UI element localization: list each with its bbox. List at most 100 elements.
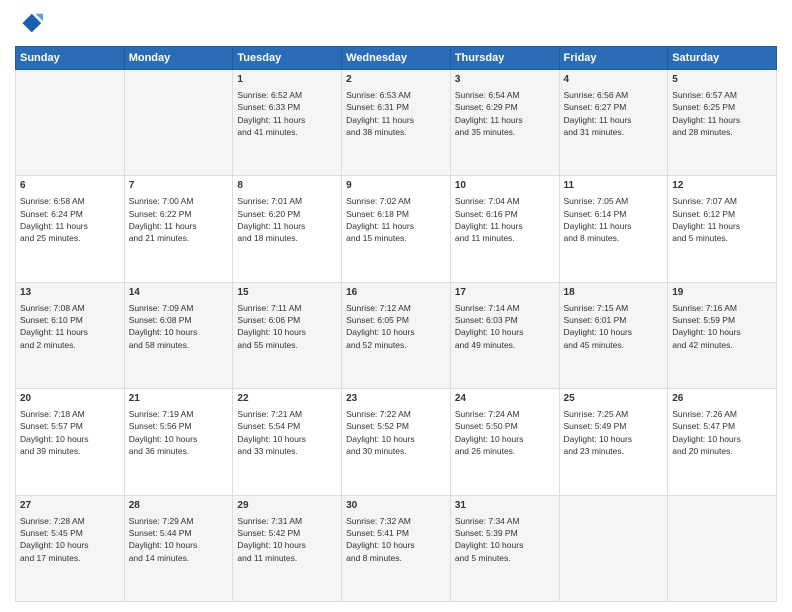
day-number: 31 xyxy=(455,499,555,513)
day-number: 14 xyxy=(129,286,229,300)
calendar-cell: 24Sunrise: 7:24 AM Sunset: 5:50 PM Dayli… xyxy=(450,389,559,495)
calendar-week-row: 27 Sunrise: 7:28 AM Sunset: 5:45 PM Dayli… xyxy=(16,495,777,601)
logo xyxy=(15,10,47,38)
calendar-cell: 27 Sunrise: 7:28 AM Sunset: 5:45 PM Dayli… xyxy=(16,495,125,601)
calendar-cell: 14 Sunrise: 7:09 AM Sunset: 6:08 PM Dayli… xyxy=(124,282,233,388)
day-number: 30 xyxy=(346,499,446,513)
day-number: 22 xyxy=(237,392,337,406)
day-number: 17 xyxy=(455,286,555,300)
page: SundayMondayTuesdayWednesdayThursdayFrid… xyxy=(0,0,792,612)
calendar-cell: 11 Sunrise: 7:05 AM Sunset: 6:14 PM Dayli… xyxy=(559,176,668,282)
calendar-cell: 17Sunrise: 7:14 AM Sunset: 6:03 PM Dayli… xyxy=(450,282,559,388)
calendar-cell: 6Sunrise: 6:58 AM Sunset: 6:24 PM Daylig… xyxy=(16,176,125,282)
calendar-cell: 10 Sunrise: 7:04 AM Sunset: 6:16 PM Dayli… xyxy=(450,176,559,282)
day-number: 11 xyxy=(564,179,664,193)
calendar-week-row: 20 Sunrise: 7:18 AM Sunset: 5:57 PM Dayli… xyxy=(16,389,777,495)
calendar-cell: 16Sunrise: 7:12 AM Sunset: 6:05 PM Dayli… xyxy=(342,282,451,388)
day-number: 25 xyxy=(564,392,664,406)
calendar-cell: 15 Sunrise: 7:11 AM Sunset: 6:06 PM Dayli… xyxy=(233,282,342,388)
calendar-cell: 23 Sunrise: 7:22 AM Sunset: 5:52 PM Dayli… xyxy=(342,389,451,495)
calendar-cell: 2Sunrise: 6:53 AM Sunset: 6:31 PM Daylig… xyxy=(342,70,451,176)
calendar-cell: 22 Sunrise: 7:21 AM Sunset: 5:54 PM Dayli… xyxy=(233,389,342,495)
day-number: 12 xyxy=(672,179,772,193)
day-info: Sunrise: 7:04 AM Sunset: 6:16 PM Dayligh… xyxy=(455,195,555,244)
calendar-week-row: 1 Sunrise: 6:52 AM Sunset: 6:33 PM Daylig… xyxy=(16,70,777,176)
day-number: 3 xyxy=(455,73,555,87)
weekday-header: Saturday xyxy=(668,47,777,70)
day-info: Sunrise: 7:12 AM Sunset: 6:05 PM Dayligh… xyxy=(346,302,446,351)
calendar-cell: 28 Sunrise: 7:29 AM Sunset: 5:44 PM Dayli… xyxy=(124,495,233,601)
day-number: 9 xyxy=(346,179,446,193)
day-number: 27 xyxy=(20,499,120,513)
day-info: Sunrise: 7:21 AM Sunset: 5:54 PM Dayligh… xyxy=(237,408,337,457)
weekday-header-row: SundayMondayTuesdayWednesdayThursdayFrid… xyxy=(16,47,777,70)
day-info: Sunrise: 7:31 AM Sunset: 5:42 PM Dayligh… xyxy=(237,515,337,564)
calendar-cell: 9 Sunrise: 7:02 AM Sunset: 6:18 PM Daylig… xyxy=(342,176,451,282)
day-number: 15 xyxy=(237,286,337,300)
calendar-cell: 7Sunrise: 7:00 AM Sunset: 6:22 PM Daylig… xyxy=(124,176,233,282)
calendar-cell: 31 Sunrise: 7:34 AM Sunset: 5:39 PM Dayli… xyxy=(450,495,559,601)
day-info: Sunrise: 6:54 AM Sunset: 6:29 PM Dayligh… xyxy=(455,89,555,138)
day-number: 20 xyxy=(20,392,120,406)
calendar-cell xyxy=(668,495,777,601)
calendar-cell: 18Sunrise: 7:15 AM Sunset: 6:01 PM Dayli… xyxy=(559,282,668,388)
calendar-cell: 13 Sunrise: 7:08 AM Sunset: 6:10 PM Dayli… xyxy=(16,282,125,388)
day-info: Sunrise: 7:09 AM Sunset: 6:08 PM Dayligh… xyxy=(129,302,229,351)
day-info: Sunrise: 7:18 AM Sunset: 5:57 PM Dayligh… xyxy=(20,408,120,457)
calendar-cell: 20 Sunrise: 7:18 AM Sunset: 5:57 PM Dayli… xyxy=(16,389,125,495)
calendar-cell xyxy=(124,70,233,176)
day-number: 5 xyxy=(672,73,772,87)
day-info: Sunrise: 7:22 AM Sunset: 5:52 PM Dayligh… xyxy=(346,408,446,457)
weekday-header: Friday xyxy=(559,47,668,70)
day-info: Sunrise: 6:52 AM Sunset: 6:33 PM Dayligh… xyxy=(237,89,337,138)
day-info: Sunrise: 6:57 AM Sunset: 6:25 PM Dayligh… xyxy=(672,89,772,138)
day-info: Sunrise: 7:32 AM Sunset: 5:41 PM Dayligh… xyxy=(346,515,446,564)
calendar-cell: 29 Sunrise: 7:31 AM Sunset: 5:42 PM Dayli… xyxy=(233,495,342,601)
day-number: 4 xyxy=(564,73,664,87)
calendar-cell: 4 Sunrise: 6:56 AM Sunset: 6:27 PM Daylig… xyxy=(559,70,668,176)
calendar-cell: 5 Sunrise: 6:57 AM Sunset: 6:25 PM Daylig… xyxy=(668,70,777,176)
weekday-header: Thursday xyxy=(450,47,559,70)
calendar-cell: 25Sunrise: 7:25 AM Sunset: 5:49 PM Dayli… xyxy=(559,389,668,495)
day-number: 10 xyxy=(455,179,555,193)
day-info: Sunrise: 7:19 AM Sunset: 5:56 PM Dayligh… xyxy=(129,408,229,457)
weekday-header: Wednesday xyxy=(342,47,451,70)
day-info: Sunrise: 7:15 AM Sunset: 6:01 PM Dayligh… xyxy=(564,302,664,351)
calendar-cell xyxy=(559,495,668,601)
day-info: Sunrise: 7:28 AM Sunset: 5:45 PM Dayligh… xyxy=(20,515,120,564)
header xyxy=(15,10,777,38)
calendar-cell: 21Sunrise: 7:19 AM Sunset: 5:56 PM Dayli… xyxy=(124,389,233,495)
day-info: Sunrise: 7:01 AM Sunset: 6:20 PM Dayligh… xyxy=(237,195,337,244)
day-number: 7 xyxy=(129,179,229,193)
day-number: 26 xyxy=(672,392,772,406)
calendar-cell xyxy=(16,70,125,176)
calendar-cell: 19Sunrise: 7:16 AM Sunset: 5:59 PM Dayli… xyxy=(668,282,777,388)
day-number: 29 xyxy=(237,499,337,513)
day-info: Sunrise: 7:02 AM Sunset: 6:18 PM Dayligh… xyxy=(346,195,446,244)
day-number: 23 xyxy=(346,392,446,406)
calendar-cell: 1 Sunrise: 6:52 AM Sunset: 6:33 PM Daylig… xyxy=(233,70,342,176)
calendar-cell: 12 Sunrise: 7:07 AM Sunset: 6:12 PM Dayli… xyxy=(668,176,777,282)
day-info: Sunrise: 6:56 AM Sunset: 6:27 PM Dayligh… xyxy=(564,89,664,138)
calendar-cell: 26 Sunrise: 7:26 AM Sunset: 5:47 PM Dayli… xyxy=(668,389,777,495)
weekday-header: Monday xyxy=(124,47,233,70)
calendar-week-row: 13 Sunrise: 7:08 AM Sunset: 6:10 PM Dayli… xyxy=(16,282,777,388)
day-info: Sunrise: 7:08 AM Sunset: 6:10 PM Dayligh… xyxy=(20,302,120,351)
logo-icon xyxy=(15,10,43,38)
day-info: Sunrise: 7:29 AM Sunset: 5:44 PM Dayligh… xyxy=(129,515,229,564)
day-number: 1 xyxy=(237,73,337,87)
day-info: Sunrise: 7:07 AM Sunset: 6:12 PM Dayligh… xyxy=(672,195,772,244)
day-info: Sunrise: 6:53 AM Sunset: 6:31 PM Dayligh… xyxy=(346,89,446,138)
day-number: 19 xyxy=(672,286,772,300)
day-number: 28 xyxy=(129,499,229,513)
day-number: 13 xyxy=(20,286,120,300)
day-info: Sunrise: 6:58 AM Sunset: 6:24 PM Dayligh… xyxy=(20,195,120,244)
weekday-header: Sunday xyxy=(16,47,125,70)
day-info: Sunrise: 7:11 AM Sunset: 6:06 PM Dayligh… xyxy=(237,302,337,351)
calendar-cell: 8Sunrise: 7:01 AM Sunset: 6:20 PM Daylig… xyxy=(233,176,342,282)
weekday-header: Tuesday xyxy=(233,47,342,70)
day-info: Sunrise: 7:34 AM Sunset: 5:39 PM Dayligh… xyxy=(455,515,555,564)
day-info: Sunrise: 7:26 AM Sunset: 5:47 PM Dayligh… xyxy=(672,408,772,457)
calendar-table: SundayMondayTuesdayWednesdayThursdayFrid… xyxy=(15,46,777,602)
day-info: Sunrise: 7:05 AM Sunset: 6:14 PM Dayligh… xyxy=(564,195,664,244)
